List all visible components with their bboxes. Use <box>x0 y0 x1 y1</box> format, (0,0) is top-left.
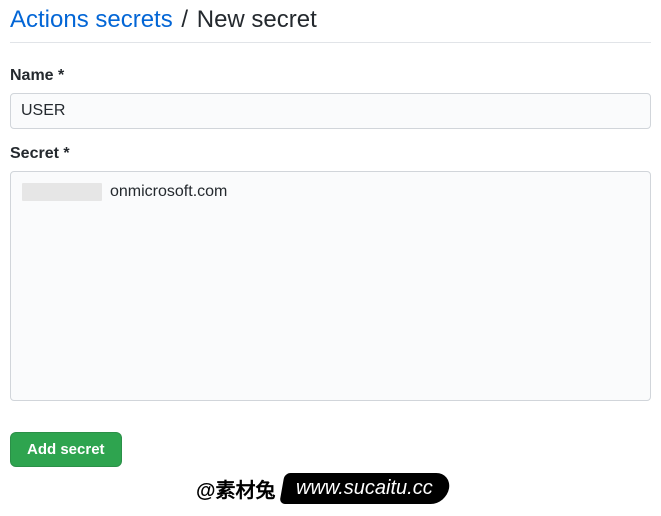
watermark: @素材兔 www.sucaitu.cc <box>196 473 448 504</box>
secret-field-group: Secret * onmicrosoft.com <box>10 145 651 406</box>
watermark-right: www.sucaitu.cc <box>279 473 451 504</box>
secret-label: Secret * <box>10 145 651 163</box>
breadcrumb-parent-link[interactable]: Actions secrets <box>10 6 173 33</box>
watermark-left: @素材兔 <box>196 474 282 503</box>
add-secret-button[interactable]: Add secret <box>10 432 122 467</box>
breadcrumb-separator: / <box>181 6 188 33</box>
name-input[interactable] <box>10 93 651 129</box>
breadcrumb-current: New secret <box>197 6 317 33</box>
name-label: Name * <box>10 67 651 85</box>
name-field-group: Name * <box>10 67 651 129</box>
secret-textarea[interactable] <box>10 171 651 401</box>
page-header: Actions secrets / New secret <box>10 6 651 43</box>
